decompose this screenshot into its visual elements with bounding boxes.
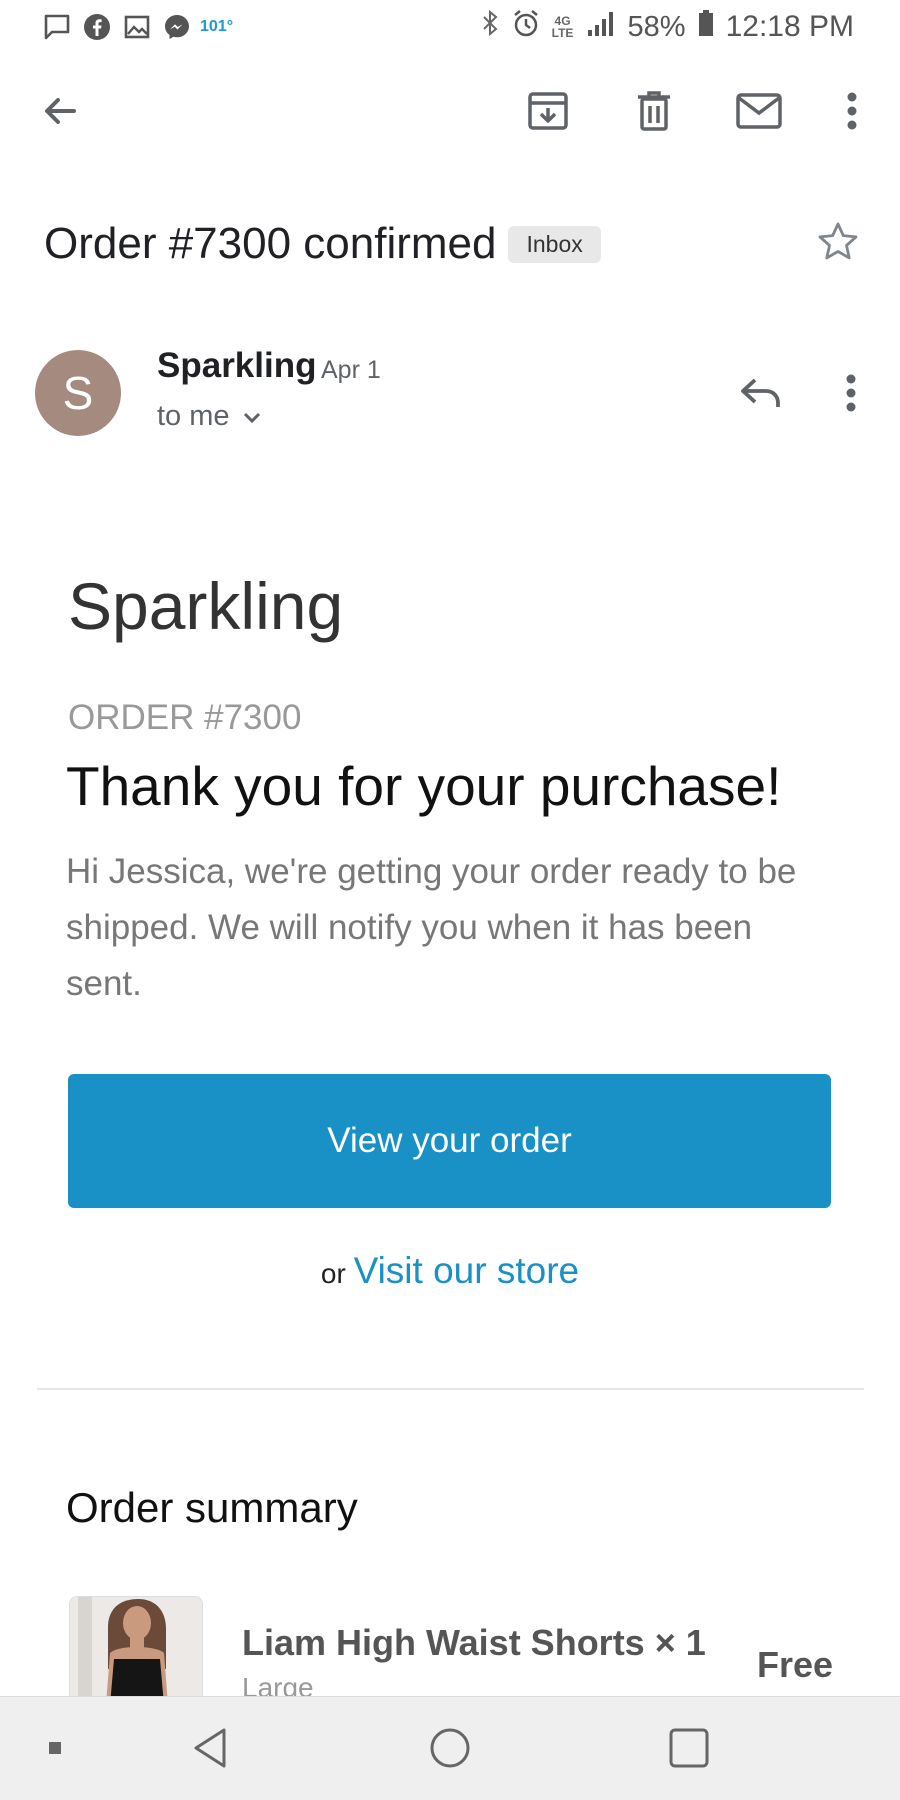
product-thumbnail[interactable] bbox=[69, 1596, 203, 1704]
signal-icon bbox=[586, 8, 616, 46]
temperature-text: 101° bbox=[200, 18, 234, 35]
home-circle-icon bbox=[428, 1726, 472, 1775]
view-order-button[interactable]: View your order bbox=[68, 1074, 831, 1208]
store-heading: Sparkling bbox=[68, 569, 344, 643]
bluetooth-icon bbox=[480, 8, 500, 46]
overview-nav-button[interactable] bbox=[654, 1715, 724, 1785]
recents-dot-icon bbox=[48, 1741, 62, 1760]
messenger-icon bbox=[162, 12, 192, 42]
thank-you-headline: Thank you for your purchase! bbox=[66, 755, 782, 817]
more-vert-icon bbox=[845, 373, 857, 418]
gallery-icon bbox=[122, 12, 152, 42]
archive-icon bbox=[526, 89, 570, 138]
star-icon bbox=[816, 220, 860, 269]
network-type: 4G LTE bbox=[551, 14, 574, 40]
mark-unread-icon bbox=[735, 91, 783, 136]
back-triangle-icon bbox=[190, 1726, 230, 1775]
reply-button[interactable] bbox=[726, 362, 796, 428]
delete-icon bbox=[634, 89, 674, 138]
delete-button[interactable] bbox=[614, 70, 694, 156]
email-date: Apr 1 bbox=[321, 356, 381, 384]
order-summary-title: Order summary bbox=[66, 1484, 358, 1531]
item-price: Free bbox=[757, 1644, 834, 1685]
or-text: or bbox=[320, 1258, 346, 1289]
status-notifications: 101° bbox=[42, 12, 233, 42]
product-photo bbox=[70, 1597, 202, 1703]
archive-button[interactable] bbox=[508, 70, 588, 156]
star-button[interactable] bbox=[810, 216, 866, 272]
store-link-line: or Visit our store bbox=[0, 1250, 900, 1292]
order-number: ORDER #7300 bbox=[68, 698, 302, 737]
recents-dot-button[interactable] bbox=[20, 1715, 90, 1785]
battery-icon bbox=[698, 8, 714, 46]
alarm-icon bbox=[512, 8, 540, 46]
visit-store-link[interactable]: Visit our store bbox=[354, 1250, 580, 1291]
email-toolbar bbox=[0, 70, 900, 156]
subject-row: Order #7300 confirmed Inbox bbox=[44, 212, 874, 276]
home-nav-button[interactable] bbox=[415, 1715, 485, 1785]
recipient-details-toggle[interactable]: to me bbox=[157, 400, 262, 433]
chat-icon bbox=[42, 12, 72, 42]
email-subject: Order #7300 confirmed bbox=[44, 219, 497, 268]
order-intro-text: Hi Jessica, we're getting your order rea… bbox=[66, 852, 797, 1003]
mark-unread-button[interactable] bbox=[719, 70, 799, 156]
chevron-down-icon bbox=[242, 400, 262, 433]
system-navigation-bar bbox=[0, 1696, 900, 1800]
message-more-button[interactable] bbox=[816, 362, 886, 428]
section-divider bbox=[37, 1388, 864, 1390]
status-bar: 101° 4G LTE 58% 12:18 PM bbox=[0, 0, 900, 54]
back-button[interactable] bbox=[20, 70, 100, 156]
sender-avatar[interactable]: S bbox=[35, 350, 121, 436]
overview-square-icon bbox=[668, 1727, 710, 1774]
recipient-text: to me bbox=[157, 400, 230, 432]
back-arrow-icon bbox=[40, 91, 80, 136]
battery-percent: 58% bbox=[627, 10, 686, 43]
clock: 12:18 PM bbox=[725, 10, 854, 43]
overflow-menu-button[interactable] bbox=[812, 70, 892, 156]
facebook-icon bbox=[82, 12, 112, 42]
status-system: 4G LTE 58% 12:18 PM bbox=[480, 8, 854, 46]
inbox-label-chip[interactable]: Inbox bbox=[508, 225, 601, 263]
more-vert-icon bbox=[846, 91, 858, 136]
item-name: Liam High Waist Shorts × 1 bbox=[242, 1622, 706, 1663]
back-nav-button[interactable] bbox=[175, 1715, 245, 1785]
sender-name: Sparkling bbox=[157, 346, 317, 385]
reply-icon bbox=[739, 375, 783, 416]
